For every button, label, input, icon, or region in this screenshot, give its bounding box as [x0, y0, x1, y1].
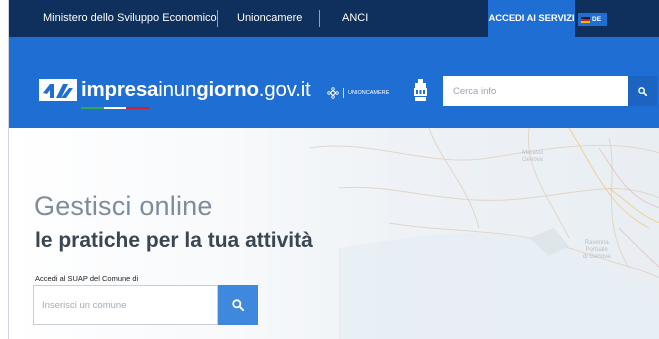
page-frame: Ministero dello Sviluppo Economico Union… — [8, 0, 659, 339]
comune-search-field[interactable] — [33, 285, 218, 325]
unioncamere-emblem-icon — [327, 87, 339, 99]
hero-subtitle: le pratiche per la tua attività — [35, 229, 313, 252]
flag-de-icon — [581, 16, 590, 23]
logo-tricolor-line — [81, 107, 150, 109]
logo-word-impresa: impresa — [81, 78, 159, 101]
search-icon — [232, 299, 244, 311]
link-unioncamere[interactable]: Unioncamere — [237, 0, 302, 37]
site-search-button[interactable] — [628, 76, 657, 106]
partner-divider — [343, 88, 344, 98]
language-switch-button[interactable]: DE — [578, 13, 607, 26]
comune-search-button[interactable] — [218, 285, 258, 325]
site-search-field[interactable] — [443, 76, 628, 106]
language-label: DE — [592, 16, 602, 23]
hero-title: Gestisci online — [34, 191, 213, 221]
comune-search-input[interactable] — [34, 286, 217, 324]
logo-word-inun: inun — [158, 78, 197, 101]
search-icon — [638, 86, 647, 96]
accedi-ai-servizi-button[interactable]: ACCEDI AI SERVIZI — [488, 0, 575, 37]
anci-logo-icon[interactable] — [414, 79, 427, 102]
link-mise[interactable]: Ministero dello Sviluppo Economico — [43, 0, 217, 37]
impresainungiorno-logo-icon[interactable] — [39, 79, 77, 101]
top-bar: Ministero dello Sviluppo Economico Union… — [9, 0, 659, 37]
map-label: Ravenna Portuale di Genova — [583, 240, 611, 260]
site-header: impresainungiorno.gov.it UNIONCAMERE — [9, 37, 659, 128]
logo-word-giorno: giorno — [196, 78, 259, 101]
logo-word-govit: .gov.it — [258, 78, 311, 101]
unioncamere-label: UNIONCAMERE — [348, 90, 390, 96]
hero-section: Marassi Genova Ravenna Portuale di Genov… — [9, 128, 659, 339]
site-logo-text[interactable]: impresainungiorno.gov.it — [81, 78, 311, 102]
link-anci[interactable]: ANCI — [342, 0, 368, 37]
site-search-input[interactable] — [443, 76, 628, 106]
suap-label: Accedi al SUAP del Comune di — [35, 274, 139, 283]
top-bar-divider — [217, 10, 218, 27]
top-bar-divider — [319, 10, 320, 27]
unioncamere-logo[interactable]: UNIONCAMERE — [327, 87, 389, 99]
map-label: Marassi Genova — [522, 150, 544, 163]
